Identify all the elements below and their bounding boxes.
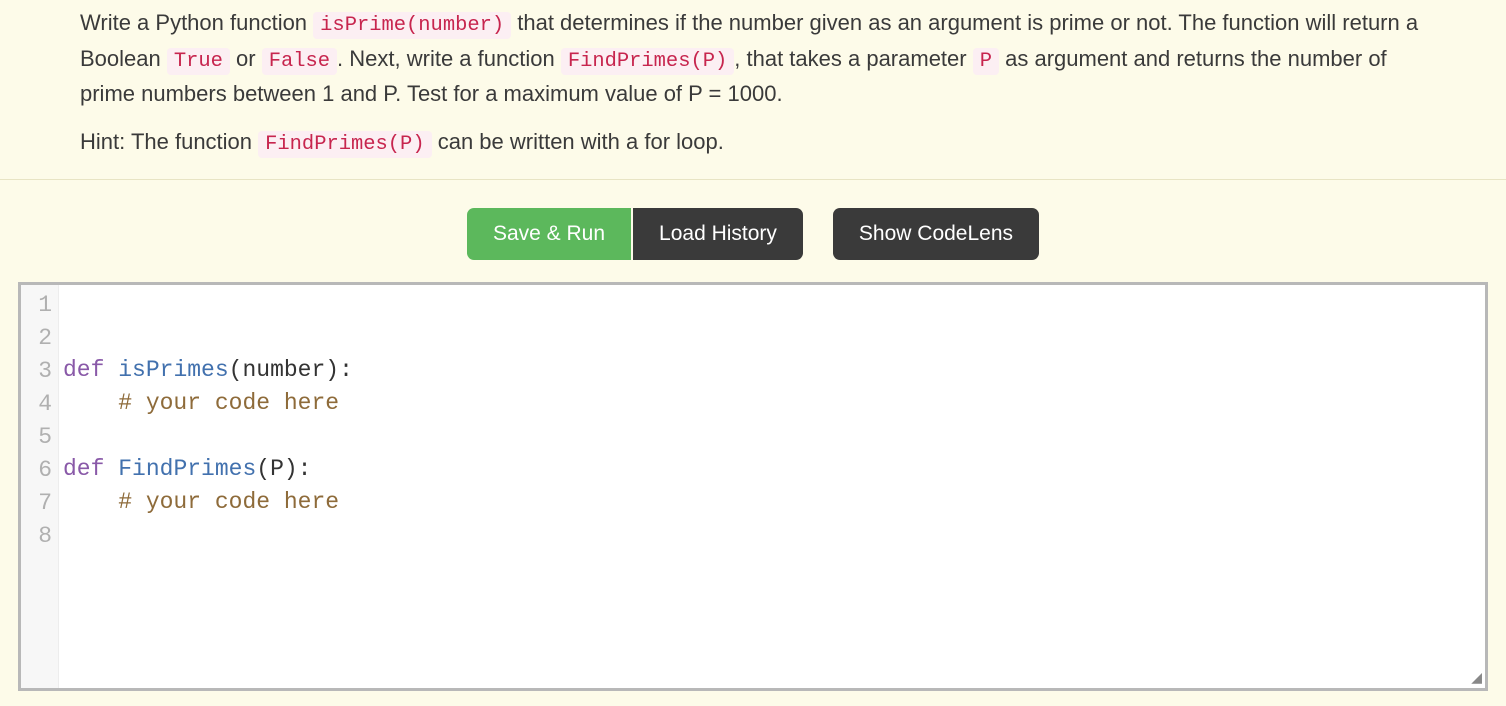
instruction-text: or [230,46,262,71]
code-token [63,390,118,416]
line-number: 5 [21,421,52,454]
code-line[interactable]: def isPrimes(number): [63,354,1485,387]
resize-handle-icon[interactable]: ◢ [1471,672,1482,686]
code-line[interactable]: def FindPrimes(P): [63,453,1485,486]
code-token: # your code here [118,489,339,515]
code-line[interactable] [63,585,1485,618]
line-number: 1 [21,289,52,322]
code-line[interactable]: # your code here [63,387,1485,420]
instruction-text: can be written with a for loop. [432,129,724,154]
code-token: # your code here [118,390,339,416]
code-line[interactable] [63,552,1485,585]
line-number: 6 [21,454,52,487]
show-codelens-button[interactable]: Show CodeLens [833,208,1039,260]
instruction-paragraph-1: Write a Python function isPrime(number) … [80,6,1426,111]
code-token [104,456,118,482]
instruction-text: Write a Python function [80,10,313,35]
code-literal: False [262,48,337,75]
code-area[interactable]: def isPrimes(number): # your code here de… [59,285,1485,688]
instruction-paragraph-2: Hint: The function FindPrimes(P) can be … [80,125,1426,161]
code-literal: FindPrimes(P) [258,131,431,158]
code-line[interactable]: # your code here [63,486,1485,519]
code-token [63,489,118,515]
editor-toolbar: Save & Run Load History Show CodeLens [0,180,1506,278]
instructions-block: Write a Python function isPrime(number) … [0,6,1506,180]
line-number: 8 [21,520,52,553]
button-group: Save & Run Load History [467,208,803,260]
line-number-gutter: 12345678 [21,285,59,688]
code-line[interactable] [63,420,1485,453]
code-literal: P [973,48,999,75]
code-line[interactable] [63,519,1485,552]
line-number: 2 [21,322,52,355]
line-number: 3 [21,355,52,388]
load-history-button[interactable]: Load History [633,208,803,260]
code-token: (P): [256,456,311,482]
line-number: 7 [21,487,52,520]
instruction-text: . Next, write a function [337,46,561,71]
code-editor[interactable]: 12345678 def isPrimes(number): # your co… [18,282,1488,691]
code-literal: isPrime(number) [313,12,511,39]
instruction-text: Hint: The function [80,129,258,154]
code-token: isPrimes [118,357,228,383]
code-token [104,357,118,383]
code-token: def [63,357,104,383]
code-literal: True [167,48,230,75]
code-token: FindPrimes [118,456,256,482]
code-literal: FindPrimes(P) [561,48,734,75]
code-token: (number): [229,357,353,383]
code-token: def [63,456,104,482]
line-number: 4 [21,388,52,421]
instruction-text: , that takes a parameter [734,46,972,71]
save-run-button[interactable]: Save & Run [467,208,631,260]
